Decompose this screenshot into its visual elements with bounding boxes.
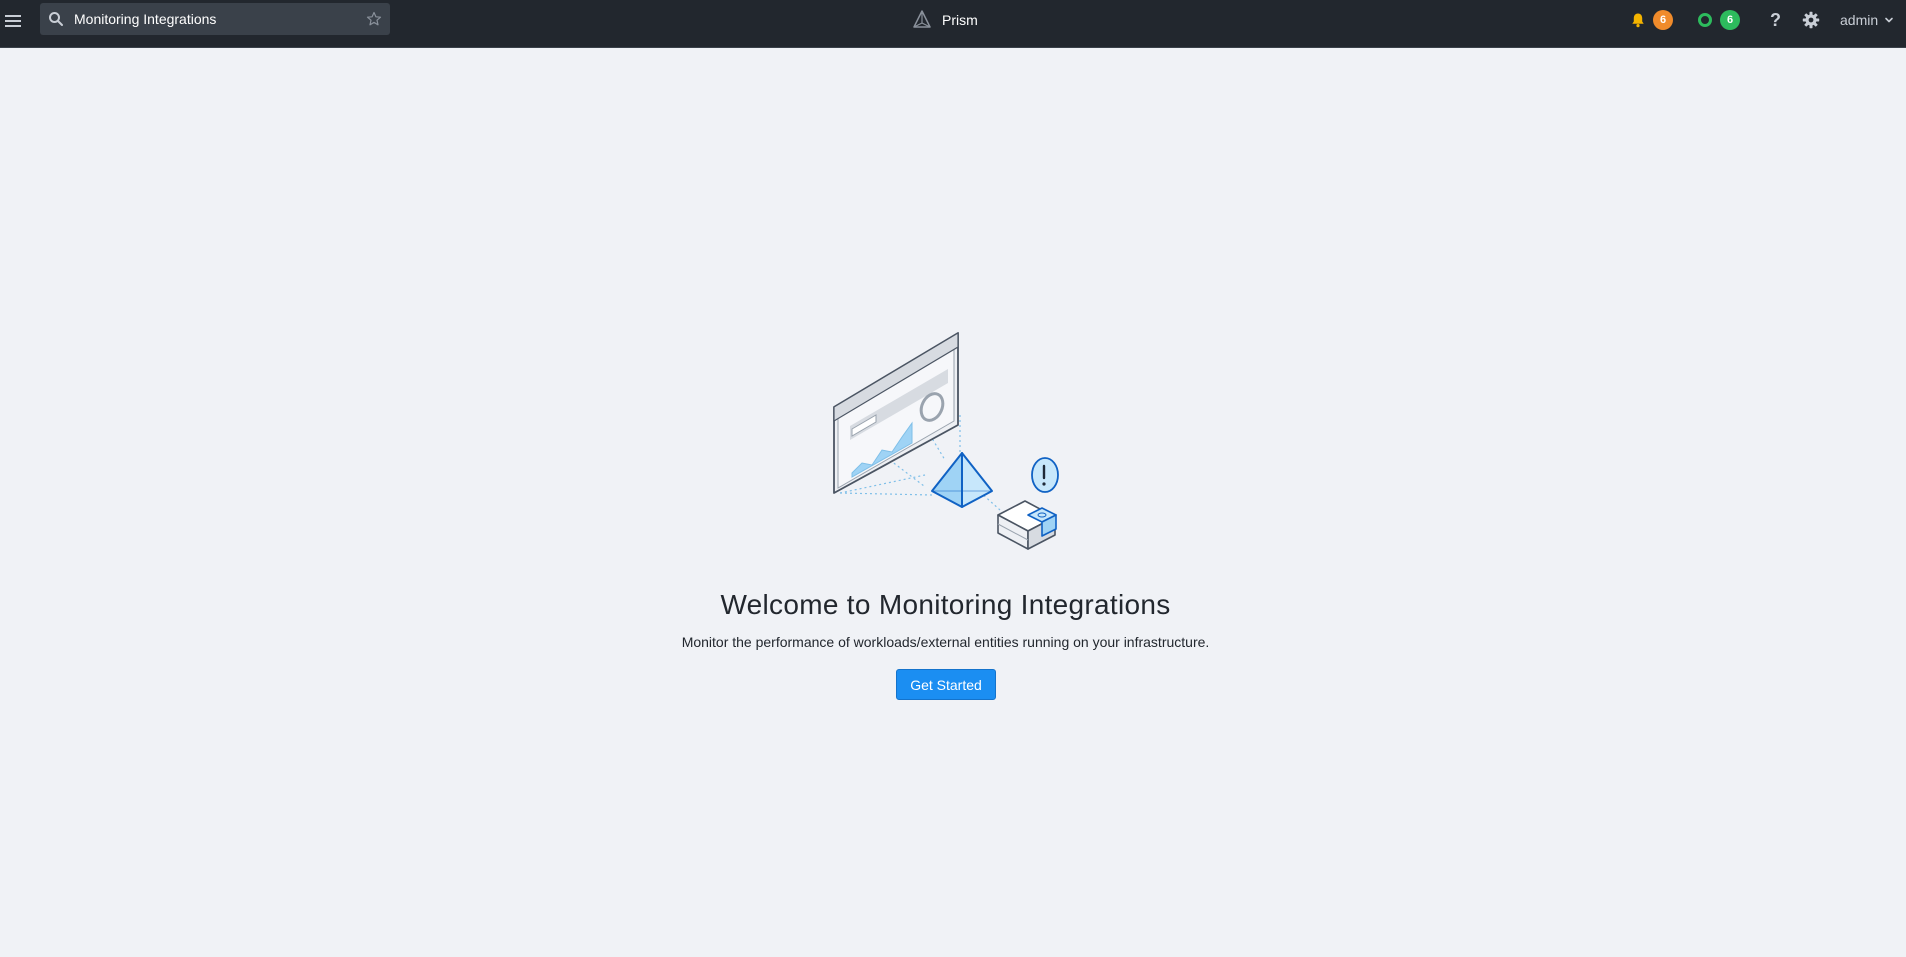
top-navigation-bar: Prism 6 6 ? (0, 0, 1906, 48)
monitoring-illustration (833, 331, 1059, 550)
alert-bubble-icon (1031, 457, 1059, 493)
prism-brand[interactable]: Prism (912, 8, 978, 32)
circle-status-icon (1698, 13, 1712, 27)
user-name: admin (1840, 12, 1879, 28)
star-icon[interactable] (366, 11, 382, 27)
server-stack-icon (997, 500, 1057, 550)
tasks-button[interactable]: 6 (1697, 0, 1740, 40)
prism-logo-icon (913, 10, 931, 28)
welcome-title: Welcome to Monitoring Integrations (720, 589, 1171, 620)
hamburger-menu-icon[interactable] (4, 12, 22, 30)
search-input[interactable] (74, 3, 354, 35)
settings-button[interactable] (1802, 0, 1820, 40)
help-button[interactable]: ? (1770, 0, 1781, 40)
help-icon: ? (1770, 9, 1781, 30)
pyramid-icon (931, 452, 993, 508)
gear-icon (1802, 11, 1820, 29)
get-started-button[interactable]: Get Started (896, 669, 996, 700)
user-menu[interactable]: admin (1840, 0, 1894, 40)
tasks-count-badge: 6 (1720, 10, 1740, 30)
chevron-down-icon (1885, 17, 1893, 23)
alerts-button[interactable]: 6 (1630, 0, 1673, 40)
alerts-count-badge: 6 (1653, 10, 1673, 30)
search-bar[interactable] (40, 3, 390, 35)
brand-name: Prism (942, 12, 978, 28)
monitor-icon (833, 331, 959, 494)
bell-icon (1632, 13, 1644, 28)
welcome-subtitle: Monitor the performance of workloads/ext… (681, 634, 1210, 650)
search-icon (49, 12, 63, 26)
